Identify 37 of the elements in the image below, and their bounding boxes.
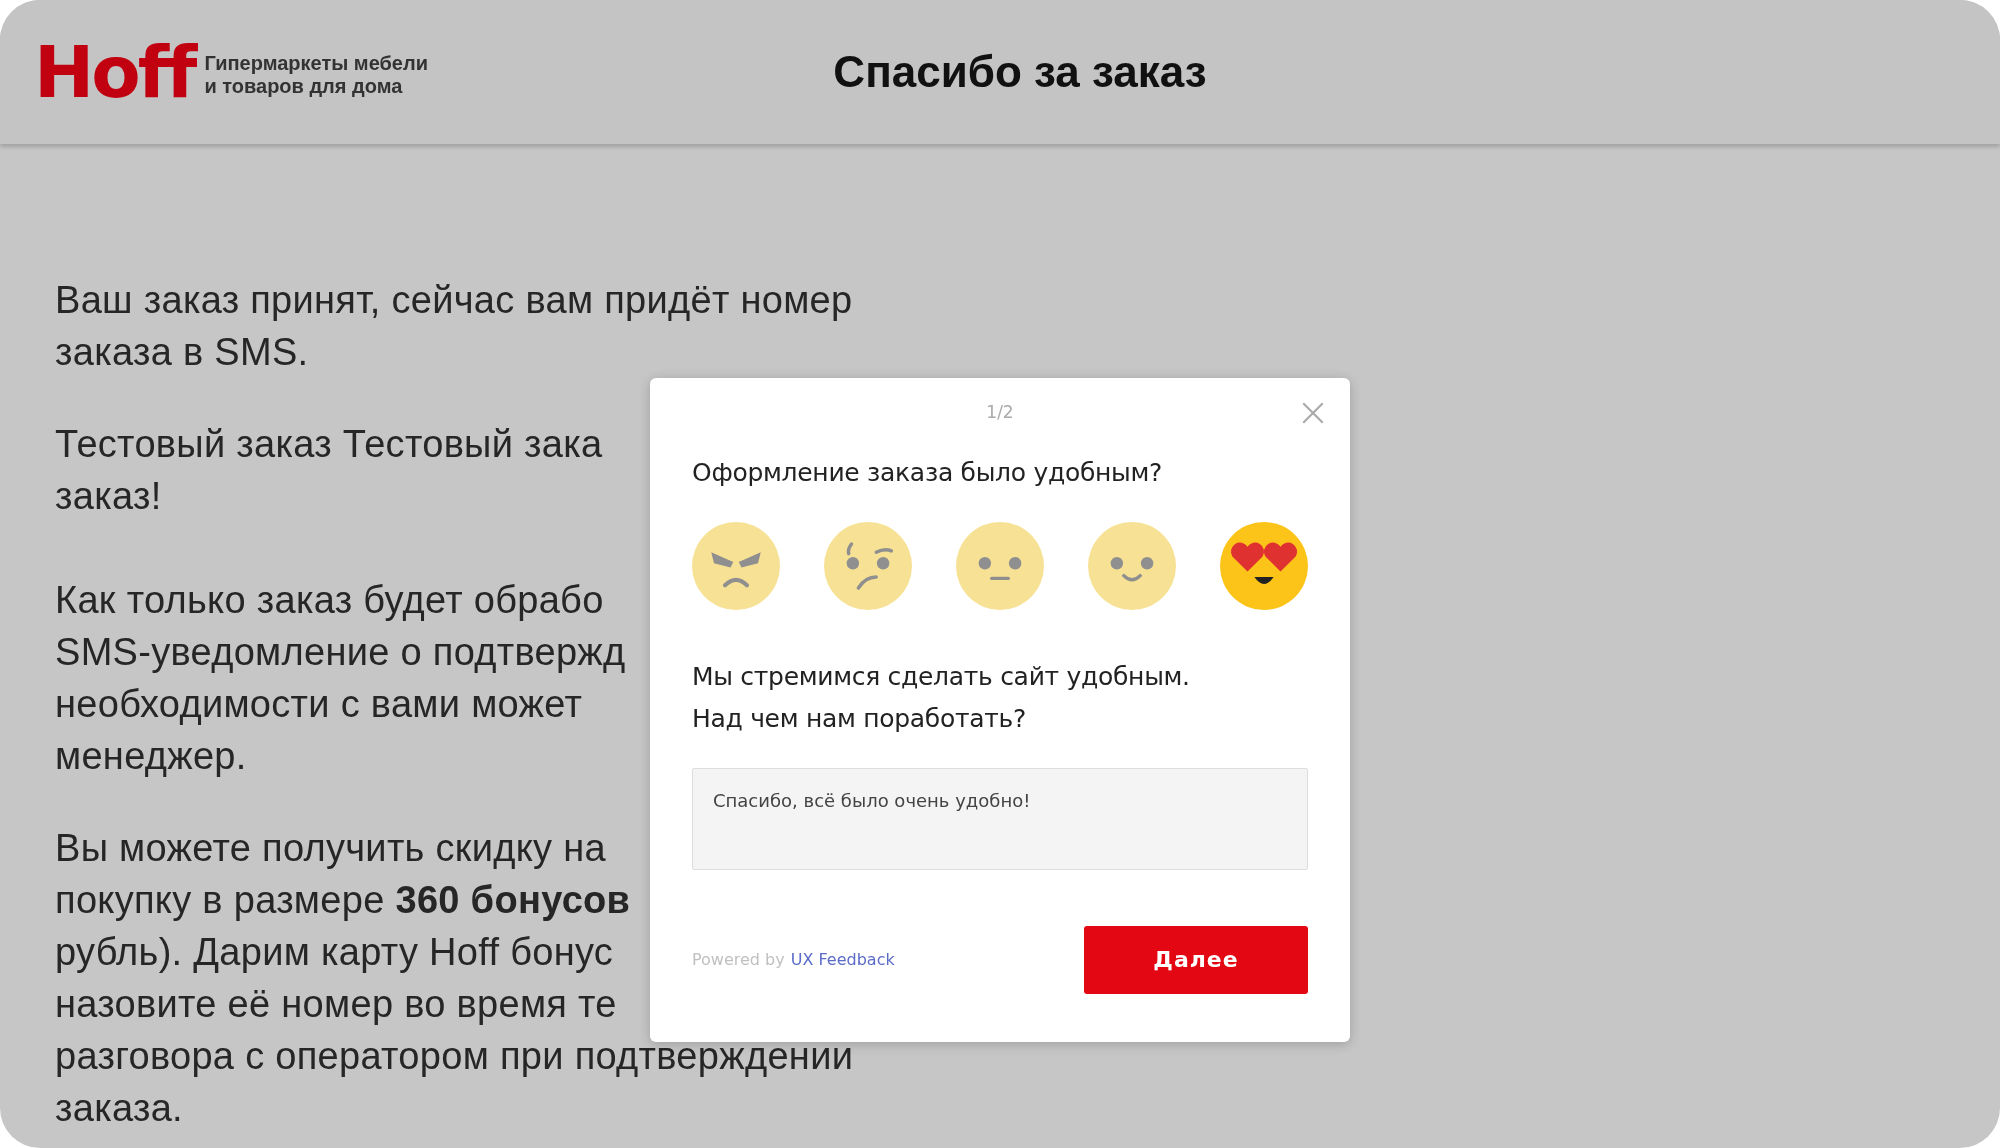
smile-face-icon — [1088, 521, 1176, 610]
survey-prompt: Мы стремимся сделать сайт удобным. — [692, 660, 1191, 693]
order-text-line: Вы можете получить скидку на — [55, 826, 606, 871]
order-text-line: покупку в размере 360 бонусов — [55, 878, 631, 923]
answer-field[interactable]: Спасибо, всё было очень удобно! — [692, 767, 1308, 870]
survey-question: Оформление заказа было удобным? — [692, 457, 1164, 489]
order-text-line: заказа в SMS. — [55, 330, 309, 375]
ux-feedback-link[interactable]: UX Feedback — [790, 947, 895, 972]
order-text-line: разговора с оператором при подтверждении — [55, 1034, 854, 1079]
order-text-line: Тестовый заказ Тестовый зака — [55, 422, 603, 467]
order-text-line: рубль). Дарим карту Hoff бонус — [55, 930, 614, 975]
order-text-line: необходимости с вами может — [55, 682, 583, 727]
logo-tagline: и товаров для дома — [204, 75, 404, 98]
close-icon[interactable] — [1300, 400, 1326, 426]
next-button[interactable]: Далее — [1084, 925, 1308, 994]
order-text-line: назовите её номер во время те — [55, 982, 617, 1027]
order-text-line: Ваш заказ принят, сейчас вам придёт номер — [55, 278, 853, 323]
emoji-rating-button[interactable] — [824, 521, 912, 610]
angry-face-icon — [692, 521, 780, 610]
order-text-line: SMS-уведомление о подтвержд — [55, 630, 626, 675]
survey-prompt: Над чем нам поработать? — [692, 702, 1027, 735]
powered-by-label: Powered by — [692, 948, 785, 971]
skeptical-face-icon — [824, 521, 912, 610]
order-text-line: Как только заказ будет обрабо — [55, 578, 604, 623]
emoji-rating-button[interactable] — [956, 521, 1044, 610]
logo-tagline: Гипермаркеты мебели — [204, 52, 428, 75]
neutral-face-icon — [956, 521, 1044, 610]
page-title: Спасибо за заказ — [832, 46, 1208, 98]
emoji-rating-button[interactable] — [692, 521, 780, 610]
step-counter: 1/2 — [986, 401, 1014, 425]
order-text-line: заказа. — [55, 1086, 183, 1131]
emoji-rating-button[interactable] — [1220, 521, 1308, 610]
order-text-line: заказ! — [55, 474, 162, 519]
love-face-icon — [1220, 521, 1308, 610]
order-text-line: менеджер. — [55, 734, 247, 779]
hoff-logo[interactable]: Hoff — [34, 36, 195, 108]
emoji-rating-button[interactable] — [1088, 521, 1176, 610]
